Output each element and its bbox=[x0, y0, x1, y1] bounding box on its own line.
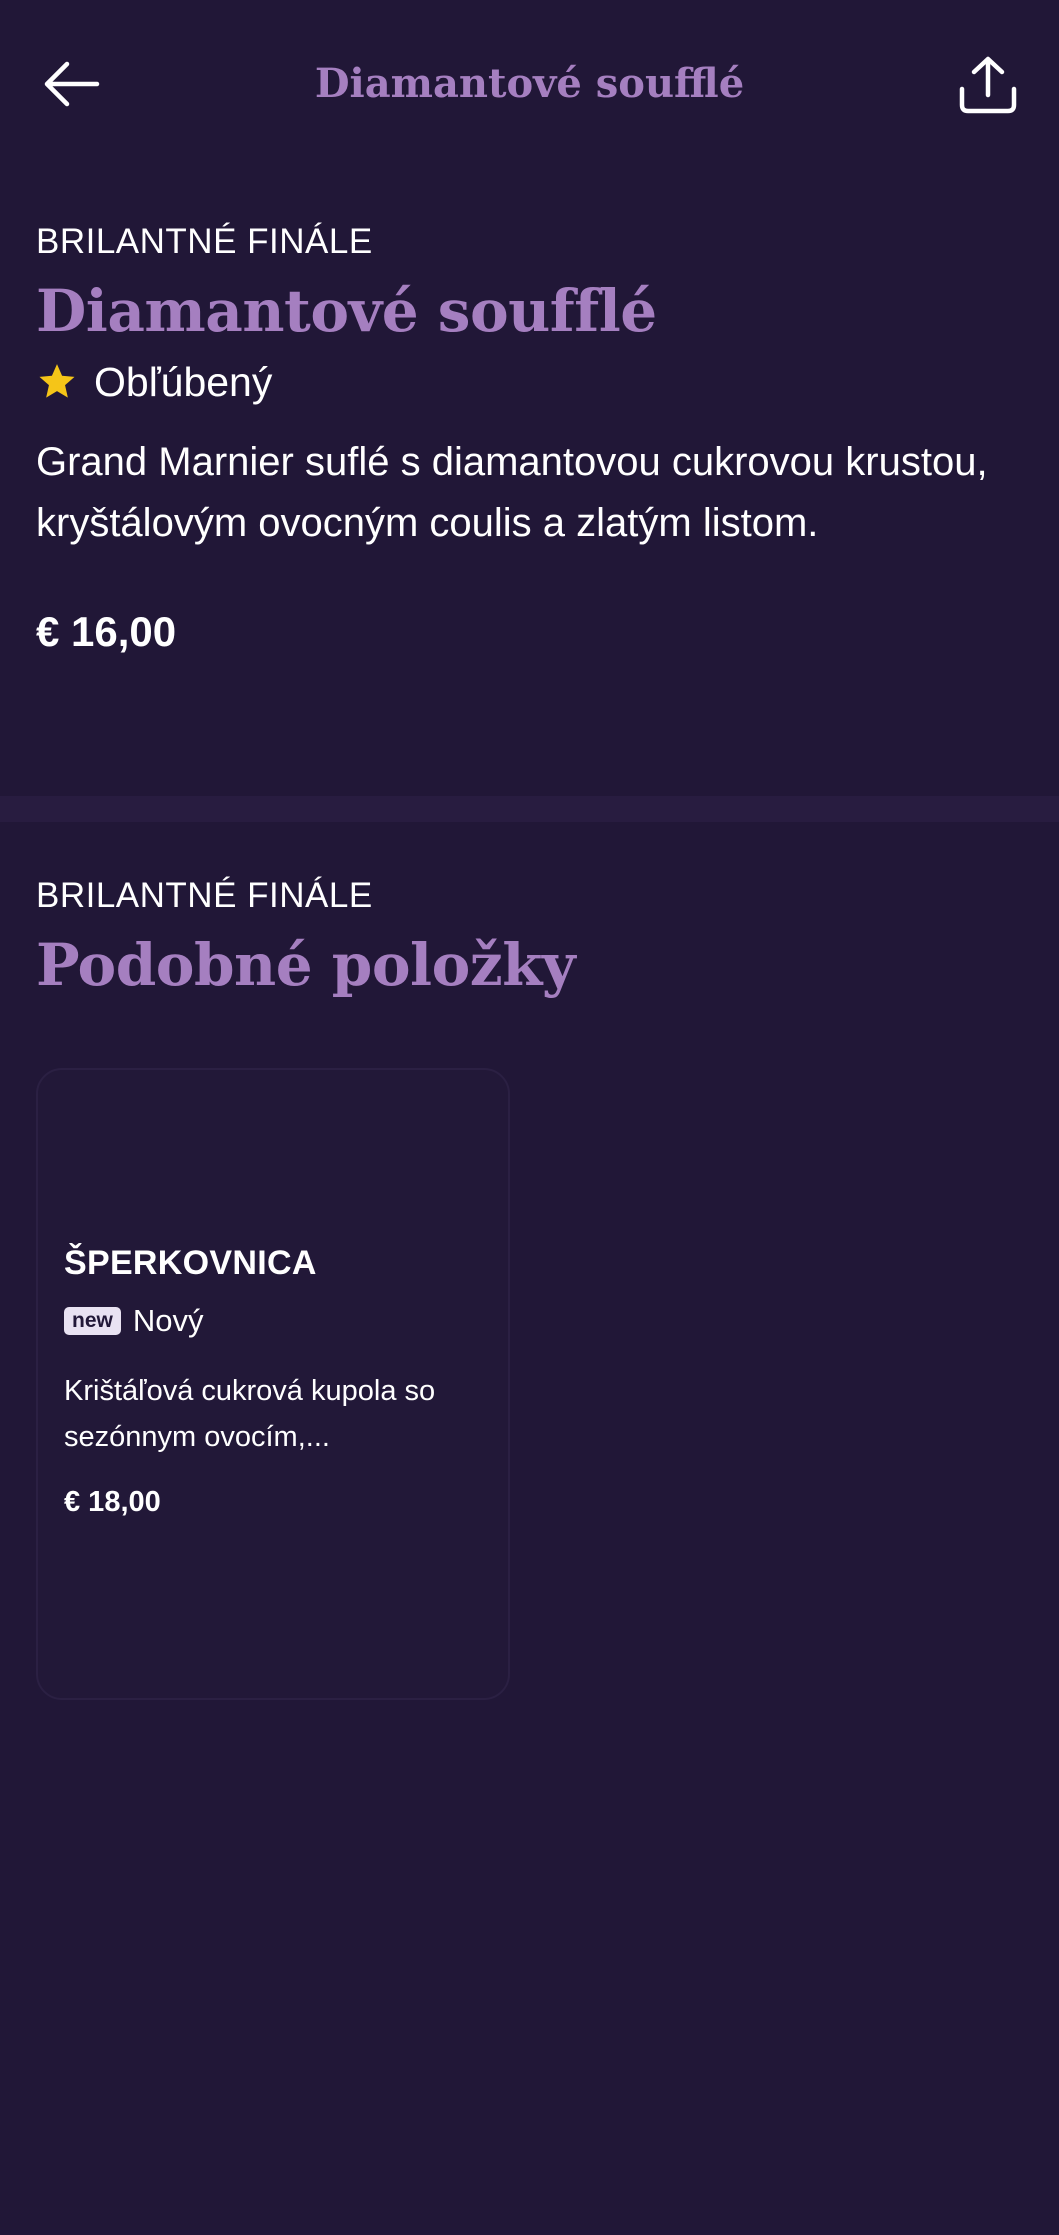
back-button[interactable] bbox=[36, 54, 106, 114]
card-badge-row: new Nový bbox=[64, 1300, 482, 1342]
card-title: ŠPERKOVNICA bbox=[64, 1244, 317, 1282]
page-title: Diamantové soufflé bbox=[314, 60, 745, 107]
card-content: ŠPERKOVNICA new Nový Krištáľová cukrová … bbox=[64, 1240, 482, 1522]
similar-item-card[interactable]: ŠPERKOVNICA new Nový Krištáľová cukrová … bbox=[36, 1068, 510, 1700]
share-button[interactable] bbox=[953, 50, 1023, 120]
item-description: Grand Marnier suflé s diamantovou cukrov… bbox=[36, 440, 988, 545]
share-icon bbox=[959, 56, 1017, 114]
section-divider bbox=[0, 796, 1059, 822]
arrow-left-icon bbox=[44, 61, 100, 107]
item-category: BRILANTNÉ FINÁLE bbox=[36, 222, 373, 261]
card-description: Krištáľová cukrová kupola so sezónnym ov… bbox=[64, 1375, 436, 1453]
item-title: Diamantové soufflé bbox=[36, 277, 657, 345]
similar-category: BRILANTNÉ FINÁLE bbox=[36, 876, 373, 915]
top-bar: Diamantové soufflé bbox=[0, 0, 1059, 170]
similar-items-section: BRILANTNÉ FINÁLE Podobné položky bbox=[36, 872, 1023, 1004]
similar-title: Podobné položky bbox=[36, 931, 576, 999]
card-price: € 18,00 bbox=[64, 1486, 161, 1518]
new-badge: new bbox=[64, 1307, 121, 1335]
star-icon bbox=[36, 361, 78, 403]
item-price: € 16,00 bbox=[36, 608, 177, 655]
item-detail: BRILANTNÉ FINÁLE Diamantové soufflé Obľú… bbox=[36, 218, 1023, 660]
badge-label: Nový bbox=[132, 1303, 204, 1338]
favorite-row: Obľúbený bbox=[36, 354, 1023, 410]
favorite-label: Obľúbený bbox=[94, 359, 273, 405]
